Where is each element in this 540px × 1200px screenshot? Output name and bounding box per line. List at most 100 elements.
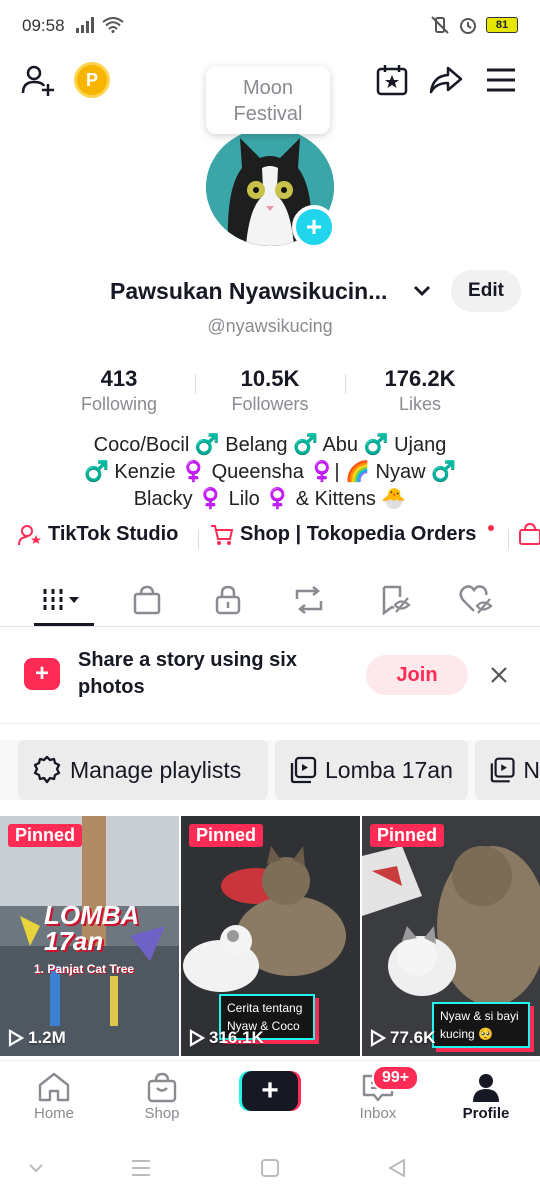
tab-liked[interactable] xyxy=(436,575,516,625)
add-friend-button[interactable] xyxy=(18,60,58,100)
link-divider xyxy=(198,529,199,549)
stat-followers[interactable]: 10.5K Followers xyxy=(195,366,345,415)
coin-icon: P xyxy=(74,62,110,98)
settings-gear-icon xyxy=(33,755,61,784)
profile-bio: Coco/Bocil ♂️ Belang ♂️ Abu ♂️ Ujang ♂️ … xyxy=(0,432,540,513)
tiktok-studio-link[interactable]: TikTok Studio xyxy=(18,523,178,546)
stat-following[interactable]: 413 Following xyxy=(44,366,194,415)
system-menu-icon[interactable] xyxy=(130,1158,152,1178)
pinned-badge: Pinned xyxy=(370,824,445,847)
stat-value: 10.5K xyxy=(240,366,300,391)
bubble-line-2: Festival xyxy=(233,103,303,125)
video-grid: LOMBA 17an 1. Panjat Cat Tree Pinned 1.2… xyxy=(0,816,540,1056)
video-title-overlay: LOMBA 17an xyxy=(44,900,139,956)
add-user-icon xyxy=(21,65,54,96)
nav-shop[interactable]: Shop xyxy=(117,1069,207,1122)
playlist-lomba-button[interactable]: Lomba 17an xyxy=(275,740,468,800)
story-banner-text: Share a story using six photos xyxy=(78,649,297,698)
system-back-icon[interactable] xyxy=(386,1157,408,1179)
view-count: 77.6K xyxy=(370,1028,435,1048)
account-switch-button[interactable] xyxy=(411,280,433,307)
tab-reposts[interactable] xyxy=(269,575,349,625)
play-icon xyxy=(189,1029,205,1047)
moon-festival-bubble[interactable]: Moon Festival xyxy=(206,66,330,134)
heart-hidden-icon xyxy=(459,585,493,614)
shop-bag-link[interactable] xyxy=(518,523,540,545)
stat-value: 413 xyxy=(100,366,138,391)
status-right-icons: 81 xyxy=(430,15,518,35)
nav-shop-label: Shop xyxy=(144,1105,180,1122)
view-count: 316.1K xyxy=(189,1028,264,1048)
video-thumbnail[interactable]: Cerita tentang Nyaw & Coco Pinned 316.1K xyxy=(181,816,360,1056)
user-star-icon xyxy=(18,524,41,545)
mute-vibrate-icon xyxy=(431,16,449,34)
caption-line-2: kucing 🥺 xyxy=(440,1027,493,1041)
join-button[interactable]: Join xyxy=(366,655,468,695)
shop-orders-link[interactable]: Shop | Tokopedia Orders xyxy=(210,523,476,546)
stat-value: 176.2K xyxy=(384,366,456,391)
hamburger-menu-icon xyxy=(487,68,515,92)
notification-dot xyxy=(488,525,494,531)
add-avatar-button[interactable]: + xyxy=(292,205,336,249)
nav-home-label: Home xyxy=(33,1105,74,1122)
play-icon xyxy=(8,1029,24,1047)
active-tab-indicator xyxy=(34,623,94,626)
bio-line-1: Coco/Bocil ♂️ Belang ♂️ Abu ♂️ Ujang xyxy=(93,434,447,456)
profile-links: TikTok Studio Shop | Tokopedia Orders xyxy=(18,523,540,555)
video-thumbnail[interactable]: LOMBA 17an 1. Panjat Cat Tree Pinned 1.2… xyxy=(0,816,179,1056)
stat-label: Followers xyxy=(231,394,309,414)
coins-button[interactable]: P xyxy=(72,60,112,100)
shop-orders-label: Shop | Tokopedia Orders xyxy=(240,523,477,545)
manage-playlists-button[interactable]: Manage playlists xyxy=(18,740,268,800)
edit-profile-button[interactable]: Edit xyxy=(451,270,521,312)
profile-person-icon xyxy=(473,1074,499,1102)
video-subtitle-overlay: 1. Panjat Cat Tree xyxy=(34,962,135,976)
playlist-next-button[interactable]: N xyxy=(475,740,540,800)
view-count-value: 77.6K xyxy=(390,1028,436,1047)
create-button[interactable]: + xyxy=(239,1071,301,1111)
calendar-star-icon xyxy=(376,65,408,96)
pinned-badge: Pinned xyxy=(8,824,83,847)
system-chevron-down-icon[interactable] xyxy=(26,1160,46,1176)
view-count-value: 316.1K xyxy=(209,1028,264,1047)
shopping-bag-icon xyxy=(147,1072,177,1103)
nav-profile[interactable]: Profile xyxy=(441,1069,531,1122)
inbox-badge: 99+ xyxy=(372,1065,420,1091)
video-thumbnail[interactable]: Nyaw & si bayi kucing 🥺 Pinned 77.6K xyxy=(362,816,540,1056)
share-button[interactable] xyxy=(426,60,466,100)
story-add-icon: + xyxy=(24,658,60,690)
playlists-row: Manage playlists Lomba 17an N xyxy=(0,740,540,800)
pinned-badge: Pinned xyxy=(189,824,264,847)
profile-name[interactable]: Pawsukan Nyawsikucin... xyxy=(110,278,387,305)
alarm-icon xyxy=(460,18,476,34)
status-bar: 09:58 81 xyxy=(0,0,540,52)
nav-home[interactable]: Home xyxy=(9,1069,99,1122)
shopping-cart-icon xyxy=(211,524,234,545)
close-icon xyxy=(491,667,507,683)
stat-likes[interactable]: 176.2K Likes xyxy=(345,366,495,415)
view-count: 1.2M xyxy=(8,1028,66,1048)
tab-favorites[interactable] xyxy=(355,575,435,625)
bio-line-2: ♂️ Kenzie ♀️ Queensha ♀️| 🌈 Nyaw ♂️ xyxy=(83,461,457,483)
bottom-nav: Home Shop + Inbox 99+ Profile xyxy=(0,1060,540,1140)
playlist-label: Lomba 17an xyxy=(325,756,453,783)
menu-button[interactable] xyxy=(481,60,521,100)
system-home-icon[interactable] xyxy=(259,1158,281,1178)
plus-icon: + xyxy=(242,1071,298,1111)
playlist-icon xyxy=(490,757,515,783)
tab-shop[interactable] xyxy=(107,575,187,625)
story-banner: + Share a story using six photos Join xyxy=(0,628,540,724)
stat-label: Likes xyxy=(398,394,442,414)
repost-icon xyxy=(295,586,323,614)
stat-label: Following xyxy=(80,394,158,414)
shopping-bag-icon xyxy=(519,523,540,545)
playlist-label: N xyxy=(523,756,540,783)
close-banner-button[interactable] xyxy=(484,660,514,690)
video-caption: Nyaw & si bayi kucing 🥺 xyxy=(432,1002,530,1048)
tab-private[interactable] xyxy=(188,575,268,625)
link-divider xyxy=(508,529,509,549)
wifi-icon xyxy=(102,17,124,33)
calendar-button[interactable] xyxy=(372,60,412,100)
tab-videos[interactable] xyxy=(24,575,104,625)
status-time: 09:58 xyxy=(22,16,65,35)
